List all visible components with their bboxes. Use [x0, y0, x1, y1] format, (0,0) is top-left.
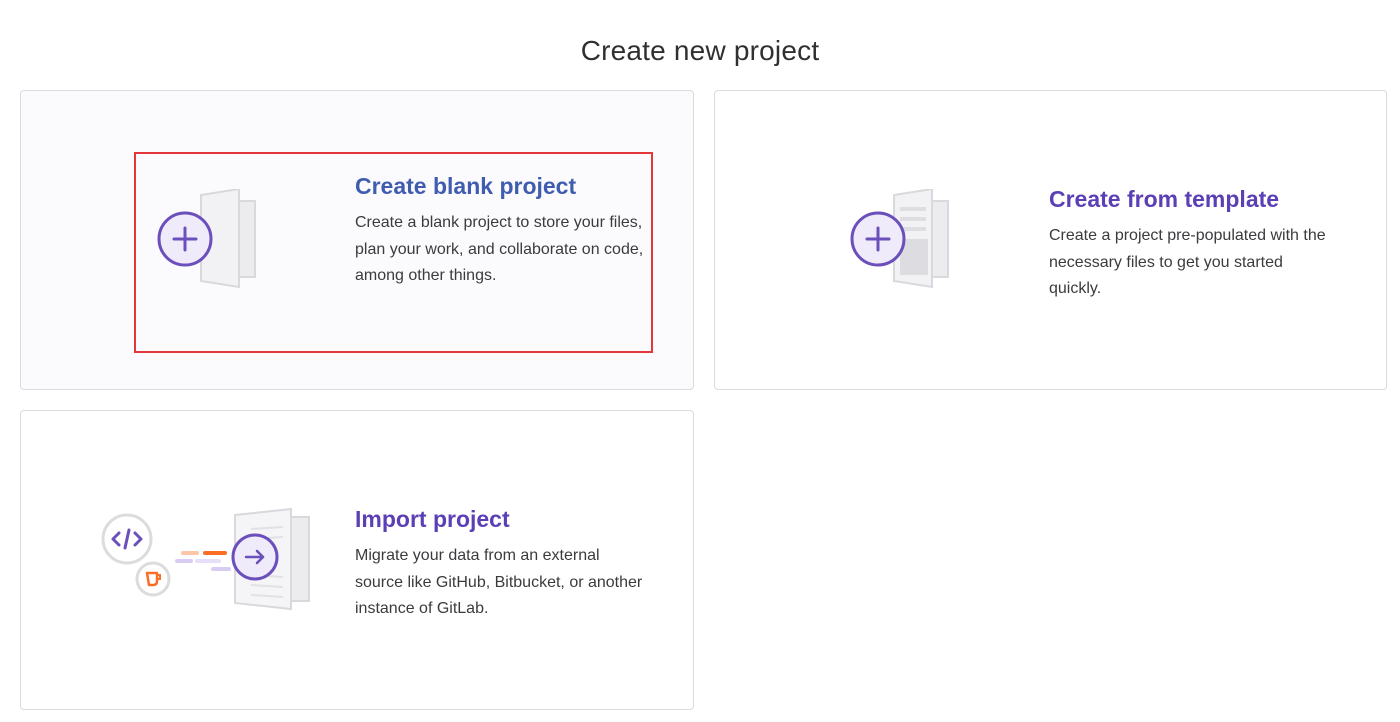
import-project-card[interactable]: Import project Migrate your data from an…: [20, 410, 694, 710]
card-description: Create a blank project to store your fil…: [355, 214, 644, 284]
card-text: Create blank project Create a blank proj…: [355, 171, 645, 290]
card-text: Import project Migrate your data from an…: [355, 504, 645, 623]
blank-project-icon: [155, 187, 259, 298]
card-description: Create a project pre-populated with the …: [1049, 227, 1326, 297]
card-text: Create from template Create a project pr…: [1049, 184, 1339, 303]
card-heading[interactable]: Create from template: [1049, 184, 1339, 214]
template-project-icon: [848, 187, 952, 298]
create-blank-project-card[interactable]: Create blank project Create a blank proj…: [20, 90, 694, 390]
card-heading[interactable]: Import project: [355, 504, 645, 534]
create-from-template-card[interactable]: Create from template Create a project pr…: [714, 90, 1387, 390]
card-description: Migrate your data from an external sourc…: [355, 547, 643, 617]
import-project-icon: [101, 507, 313, 620]
page-title: Create new project: [580, 34, 820, 66]
card-heading[interactable]: Create blank project: [355, 171, 645, 201]
